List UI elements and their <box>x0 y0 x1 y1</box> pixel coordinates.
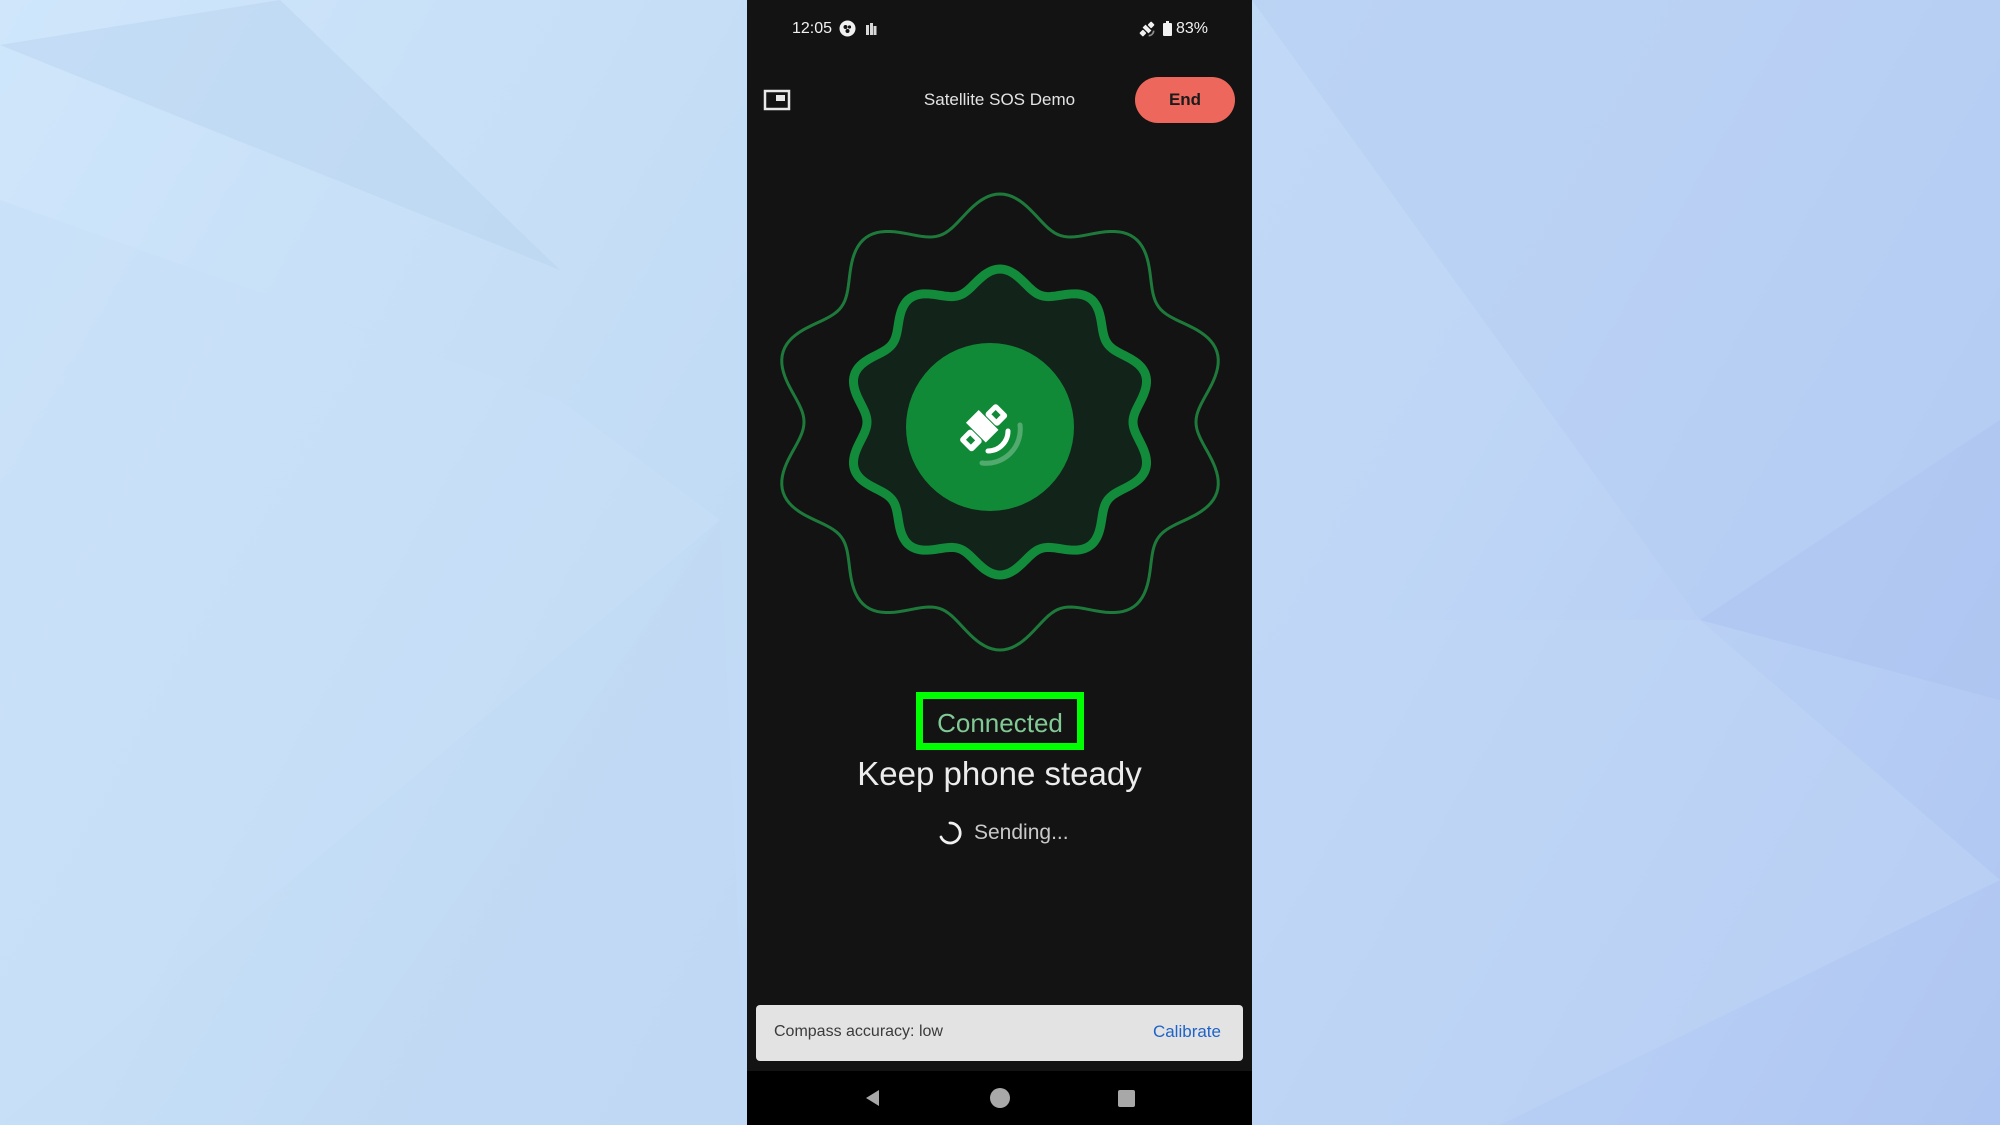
navigation-bar <box>747 1071 1252 1125</box>
connection-status: Connected <box>937 708 1063 738</box>
snackbar-message: Compass accuracy: low <box>774 1023 943 1040</box>
end-button[interactable]: End <box>1135 77 1235 123</box>
battery-icon <box>1163 21 1172 41</box>
satellite-icon <box>1137 19 1157 44</box>
back-icon <box>866 1090 879 1106</box>
home-button[interactable] <box>973 1071 1027 1125</box>
vpn-key-icon <box>839 20 856 42</box>
snackbar: Compass accuracy: low Calibrate <box>756 1005 1243 1061</box>
recents-button[interactable] <box>1099 1071 1153 1125</box>
recents-icon <box>1118 1090 1135 1107</box>
home-icon <box>990 1088 1010 1108</box>
satellite-connection-graphic <box>780 192 1220 652</box>
sending-text: Sending... <box>974 821 1069 844</box>
app-header: Satellite SOS Demo End <box>747 70 1252 130</box>
notification-icon <box>865 22 877 41</box>
spinner-icon <box>939 821 962 845</box>
status-bar: 12:05 83% <box>747 0 1252 60</box>
phone-screen: 12:05 83% Satellite SOS Demo End Connect… <box>747 0 1252 1125</box>
instruction-headline: Keep phone steady <box>857 755 1142 792</box>
calibrate-button[interactable]: Calibrate <box>1153 1022 1221 1042</box>
sending-indicator: Sending... <box>747 818 1252 848</box>
back-button[interactable] <box>846 1071 900 1125</box>
status-time: 12:05 <box>792 20 833 37</box>
battery-percent: 83% <box>1175 20 1208 37</box>
connected-highlight: Connected <box>916 692 1084 750</box>
